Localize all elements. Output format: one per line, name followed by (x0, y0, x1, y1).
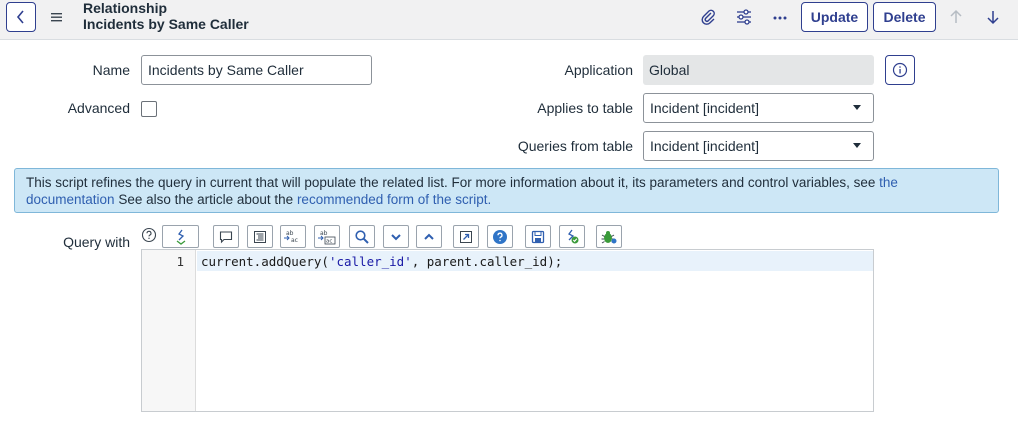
code-string: 'caller_id' (328, 254, 412, 269)
application-field: Global (643, 55, 874, 85)
queries-from-table-value: Incident [incident] (650, 138, 759, 154)
applies-to-table-value: Incident [incident] (650, 100, 759, 116)
save-button[interactable] (525, 225, 551, 248)
info-banner: This script refines the query in current… (14, 168, 999, 213)
format-code-icon (254, 230, 266, 243)
hamburger-menu-icon[interactable] (50, 10, 64, 24)
recommended-form-link[interactable]: recommended form of the script. (297, 192, 491, 207)
arrow-up-icon[interactable] (945, 6, 967, 28)
chevron-down-icon (853, 105, 861, 110)
advanced-label: Advanced (67, 100, 130, 116)
script-editor[interactable]: 1 current.addQuery('caller_id', parent.c… (141, 249, 874, 412)
back-button[interactable] (6, 2, 36, 32)
form-header: Relationship Incidents by Same Caller Up… (0, 0, 1018, 40)
delete-button[interactable]: Delete (873, 2, 936, 32)
script-help-button[interactable] (487, 225, 513, 248)
code-suffix: , parent.caller_id); (411, 254, 563, 269)
comment-icon (219, 230, 233, 243)
bug-icon (601, 230, 617, 243)
name-field[interactable]: Incidents by Same Caller (141, 55, 372, 85)
application-label: Application (564, 62, 634, 78)
external-link-icon (460, 230, 472, 243)
save-icon (531, 230, 545, 243)
chevron-down-icon (853, 143, 861, 148)
svg-text:ac: ac (291, 237, 298, 244)
replace-button[interactable]: ab ac (280, 225, 306, 248)
settings-sliders-icon[interactable] (733, 6, 755, 28)
queries-from-table-label: Queries from table (517, 138, 633, 154)
svg-text:ac: ac (326, 238, 332, 244)
toggle-syntax-check-button[interactable] (559, 225, 585, 248)
search-button[interactable] (349, 225, 375, 248)
chevron-left-icon (16, 10, 24, 24)
code-prefix: current.addQuery( (201, 254, 329, 269)
line-number: 1 (176, 254, 184, 269)
queries-from-table-select[interactable]: Incident [incident] (643, 131, 874, 161)
help-icon[interactable] (141, 227, 157, 243)
find-previous-button[interactable] (416, 225, 442, 248)
query-with-label: Query with (63, 234, 130, 250)
replace-all-button[interactable]: ab ac (314, 225, 340, 248)
chevron-up-icon (424, 233, 434, 240)
line-number-gutter: 1 (142, 250, 196, 411)
replace-icon: abac (284, 230, 298, 244)
go-to-line-button[interactable] (453, 225, 479, 248)
find-next-button[interactable] (383, 225, 409, 248)
format-code-button[interactable] (247, 225, 273, 248)
banner-text: This script refines the query in current… (26, 175, 880, 190)
code-line[interactable]: current.addQuery('caller_id', parent.cal… (201, 254, 562, 269)
replace-all-icon: abac (318, 230, 336, 244)
form-title: Relationship Incidents by Same Caller (83, 0, 249, 33)
name-label: Name (92, 62, 130, 78)
syntax-check-icon (568, 229, 579, 243)
comment-button[interactable] (213, 225, 239, 248)
advanced-checkbox[interactable] (141, 101, 157, 117)
applies-to-table-select[interactable]: Incident [incident] (643, 93, 874, 123)
search-icon (355, 229, 369, 244)
applies-to-table-label: Applies to table (537, 100, 633, 116)
application-info-button[interactable] (885, 55, 915, 85)
more-options-icon[interactable] (769, 6, 791, 28)
toggle-syntax-button[interactable] (162, 225, 199, 248)
script-debugger-button[interactable] (596, 225, 622, 248)
record-name-label: Incidents by Same Caller (83, 16, 249, 32)
help-circle-icon (493, 229, 507, 244)
attachment-icon[interactable] (697, 6, 719, 28)
update-button[interactable]: Update (801, 2, 868, 32)
info-icon (892, 62, 908, 78)
record-type-label: Relationship (83, 0, 168, 16)
syntax-toggle-icon (176, 229, 185, 245)
chevron-down-icon (391, 233, 401, 240)
arrow-down-icon[interactable] (982, 6, 1004, 28)
banner-text-middle: See also the article about the (114, 192, 297, 207)
